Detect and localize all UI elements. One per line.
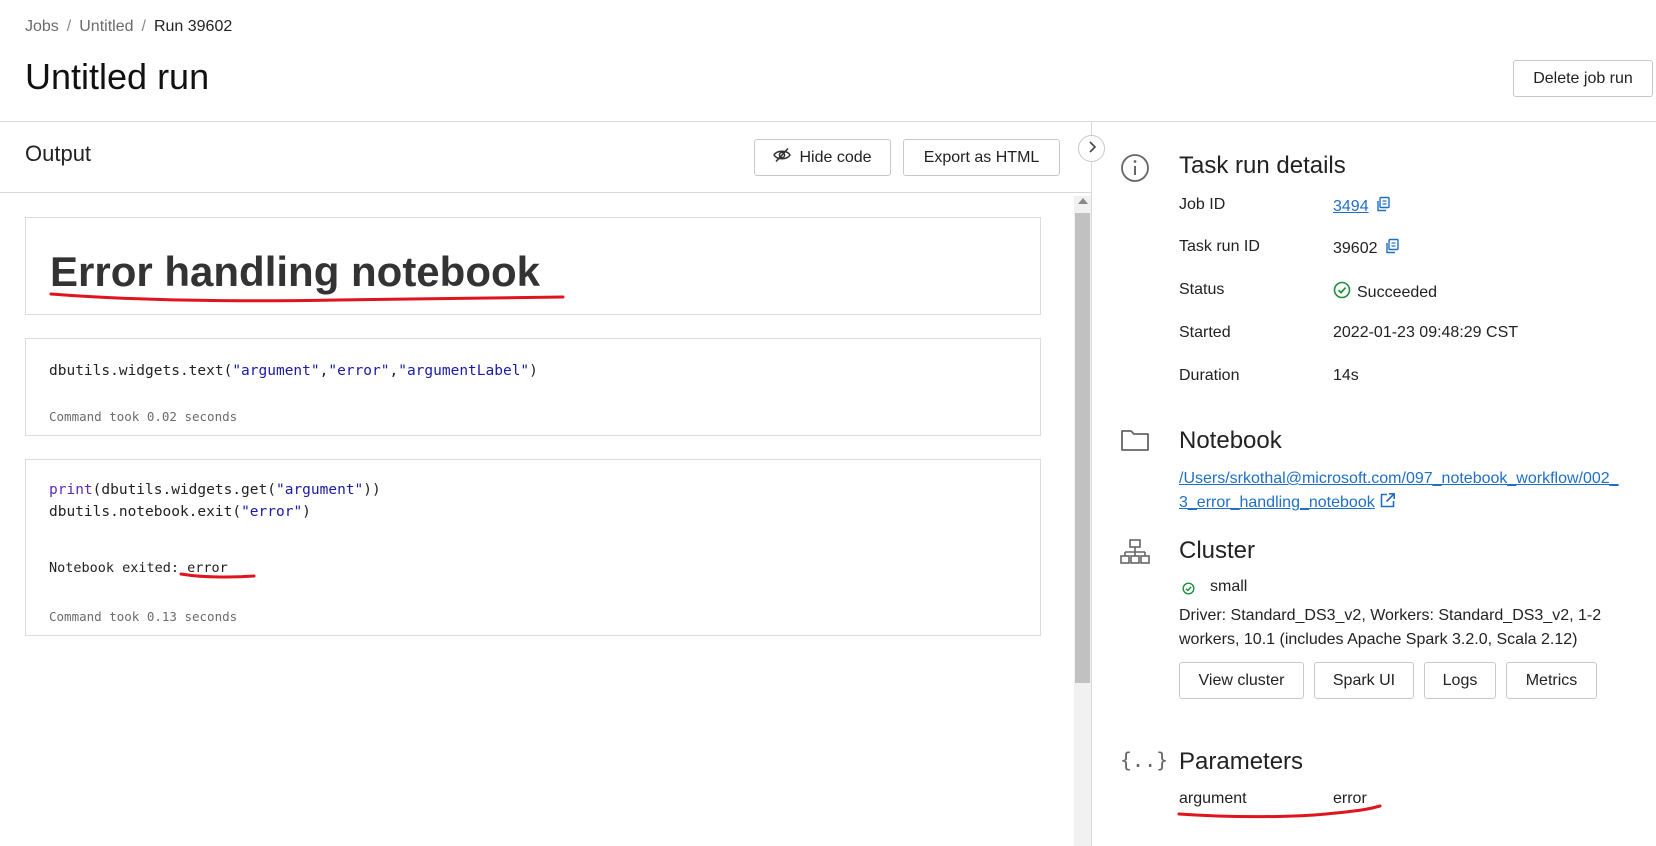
copy-icon[interactable]: [1384, 238, 1400, 259]
breadcrumb-jobs[interactable]: Jobs: [25, 18, 59, 36]
code-line: print(dbutils.widgets.get("argument")): [49, 482, 381, 498]
command-duration: Command took 0.13 seconds: [49, 609, 238, 624]
job-id-link[interactable]: 3494: [1333, 198, 1369, 216]
notebook-path-line1[interactable]: /Users/srkothal@microsoft.com/097_notebo…: [1179, 470, 1619, 487]
header-divider: [0, 121, 1656, 122]
parameters-section-title: Parameters: [1179, 748, 1304, 775]
status-value: Succeeded: [1333, 281, 1437, 304]
scrollbar-thumb[interactable]: [1075, 213, 1090, 683]
page-title: Untitled run: [25, 56, 210, 97]
started-value: 2022-01-23 09:48:29 CST: [1333, 324, 1519, 341]
eye-slash-icon: [773, 147, 792, 168]
job-id-label: Job ID: [1179, 196, 1226, 213]
task-run-id-value: 39602: [1333, 238, 1400, 259]
info-icon: [1120, 153, 1150, 188]
cluster-name[interactable]: small: [1210, 578, 1247, 596]
breadcrumb-separator: /: [66, 18, 72, 35]
started-label: Started: [1179, 324, 1231, 341]
markdown-cell: Error handling notebook: [25, 217, 1041, 315]
breadcrumb: Jobs / Untitled / Run 39602: [25, 18, 232, 36]
code-cell[interactable]: print(dbutils.widgets.get("argument")) d…: [25, 459, 1041, 636]
command-duration: Command took 0.02 seconds: [49, 409, 238, 424]
notebook-path-line2[interactable]: 3_error_handling_notebook: [1179, 494, 1375, 511]
notebook-heading: Error handling notebook: [50, 248, 540, 295]
breadcrumb-untitled[interactable]: Untitled: [79, 18, 133, 36]
status-label: Status: [1179, 281, 1225, 298]
task-run-details-title: Task run details: [1179, 152, 1346, 179]
job-id-value: 3494: [1333, 196, 1391, 217]
spark-ui-button[interactable]: Spark UI: [1314, 662, 1414, 699]
chevron-right-icon: [1087, 140, 1097, 158]
export-html-button[interactable]: Export as HTML: [903, 139, 1060, 176]
parameter-value: error: [1333, 790, 1367, 807]
output-header-divider: [0, 192, 1091, 193]
task-run-id-label: Task run ID: [1179, 238, 1260, 255]
duration-value: 14s: [1333, 367, 1359, 384]
external-link-icon[interactable]: [1379, 492, 1396, 517]
scroll-up-arrow[interactable]: [1078, 198, 1088, 204]
collapse-panel-button[interactable]: [1078, 135, 1105, 162]
code-line: dbutils.widgets.text("argument","error",…: [49, 363, 538, 379]
logs-button[interactable]: Logs: [1424, 662, 1496, 699]
code-line: dbutils.notebook.exit("error"): [49, 504, 311, 520]
breadcrumb-separator: /: [141, 18, 146, 35]
code-cell[interactable]: dbutils.widgets.text("argument","error",…: [25, 338, 1041, 436]
notebook-section-title: Notebook: [1179, 427, 1282, 454]
hide-code-label: Hide code: [799, 148, 872, 166]
status-text: Succeeded: [1357, 283, 1438, 301]
notebook-path-link[interactable]: /Users/srkothal@microsoft.com/097_notebo…: [1179, 467, 1619, 517]
delete-job-run-button[interactable]: Delete job run: [1513, 60, 1653, 97]
folder-icon: [1120, 427, 1150, 458]
hide-code-button[interactable]: Hide code: [754, 139, 891, 176]
cluster-status-icon: [1182, 582, 1195, 600]
task-run-id-text: 39602: [1333, 239, 1378, 257]
duration-label: Duration: [1179, 367, 1240, 384]
breadcrumb-current: Run 39602: [153, 18, 233, 35]
braces-icon: {..}: [1120, 748, 1169, 772]
panel-divider: [1091, 122, 1092, 846]
output-title: Output: [25, 141, 92, 166]
check-circle-icon: [1333, 281, 1351, 304]
metrics-button[interactable]: Metrics: [1506, 662, 1597, 699]
cluster-icon: [1120, 538, 1150, 571]
copy-icon[interactable]: [1375, 196, 1391, 217]
notebook-exit-output: Notebook exited: error: [49, 560, 228, 576]
parameter-key: argument: [1179, 790, 1247, 807]
cluster-description: Driver: Standard_DS3_v2, Workers: Standa…: [1179, 607, 1602, 648]
cluster-section-title: Cluster: [1179, 537, 1256, 564]
view-cluster-button[interactable]: View cluster: [1179, 662, 1304, 699]
